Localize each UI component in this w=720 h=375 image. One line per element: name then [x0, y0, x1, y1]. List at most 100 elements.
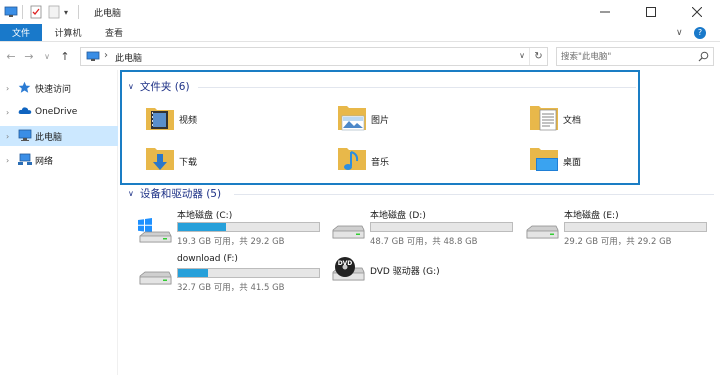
up-arrow-icon[interactable]: ↑ [58, 48, 72, 64]
quick-access-dropdown-icon[interactable]: ▾ [64, 4, 68, 20]
title-bar: ▾ 此电脑 [0, 0, 720, 24]
drive-free-space: 48.7 GB 可用，共 48.8 GB [370, 237, 478, 247]
drives-group-title: 设备和驱动器 (5) [139, 188, 222, 200]
drive-name: DVD 驱动器 (G:) [370, 267, 440, 277]
windows-drive-icon [137, 218, 173, 247]
folders-group-title: 文件夹 (6) [139, 81, 190, 93]
navigation-pane: › 快速访问 › OneDrive › 此电脑 › 网络 [0, 70, 118, 375]
group-divider [198, 87, 636, 88]
drive-free-space: 19.3 GB 可用，共 29.2 GB [177, 237, 285, 247]
folder-label: 文档 [563, 116, 582, 126]
maximize-button[interactable] [628, 0, 674, 24]
sidebar-item-label: 快速访问 [35, 84, 72, 95]
network-icon [18, 153, 32, 169]
desktop-folder-icon [528, 144, 560, 177]
drive-usage-bar [564, 222, 707, 232]
drive-usage-bar [370, 222, 513, 232]
divider [22, 5, 23, 19]
drives-group-header[interactable]: ∨ 设备和驱动器 (5) [128, 186, 221, 201]
folder-music[interactable]: 音乐 [336, 144, 476, 178]
search-icon[interactable] [698, 51, 709, 65]
forward-arrow-icon[interactable]: → [22, 48, 36, 64]
drive-g[interactable]: DVD DVD 驱动器 (G:) [330, 254, 520, 296]
sidebar-item-this-pc[interactable]: › 此电脑 [0, 126, 118, 146]
drive-e[interactable]: 本地磁盘 (E:) 29.2 GB 可用，共 29.2 GB [524, 208, 714, 250]
chevron-down-icon[interactable]: ∨ [128, 82, 134, 91]
divider [78, 5, 79, 19]
downloads-folder-icon [144, 144, 176, 177]
music-folder-icon [336, 144, 368, 177]
expand-ribbon-icon[interactable]: ∨ [676, 26, 683, 40]
cloud-icon [18, 105, 32, 120]
refresh-icon[interactable]: ↻ [529, 48, 547, 65]
drive-free-space: 32.7 GB 可用，共 41.5 GB [177, 283, 285, 293]
drive-c[interactable]: 本地磁盘 (C:) 19.3 GB 可用，共 29.2 GB [137, 208, 327, 250]
computer-icon [18, 129, 32, 145]
folder-label: 视频 [179, 116, 198, 126]
new-folder-icon[interactable] [48, 4, 60, 20]
hard-drive-icon [524, 218, 560, 247]
search-box[interactable] [556, 47, 714, 66]
chevron-right-icon[interactable]: › [6, 84, 9, 93]
content-pane: ∨ 文件夹 (6) 视频 图片 文档 下载 音乐 桌面 ∨ 设备和驱动器 (5)… [118, 70, 720, 375]
address-history-icon[interactable]: ∨ [519, 51, 525, 60]
help-icon[interactable]: ? [694, 26, 706, 40]
chevron-down-icon[interactable]: ∨ [128, 189, 134, 198]
chevron-right-icon[interactable]: › [6, 132, 9, 141]
close-button[interactable] [674, 0, 720, 24]
sidebar-item-label: 网络 [35, 156, 54, 167]
chevron-right-icon[interactable]: › [6, 156, 9, 165]
drive-usage-fill [178, 223, 226, 231]
tab-file[interactable]: 文件 [0, 24, 42, 41]
search-input[interactable] [561, 50, 691, 64]
svg-text:DVD: DVD [338, 260, 353, 267]
tab-computer[interactable]: 计算机 [46, 24, 90, 41]
sidebar-item-onedrive[interactable]: › OneDrive [0, 102, 118, 122]
folder-label: 图片 [371, 116, 390, 126]
star-icon [18, 81, 31, 97]
hard-drive-icon [137, 264, 173, 293]
folder-pictures[interactable]: 图片 [336, 102, 476, 136]
sidebar-item-network[interactable]: › 网络 [0, 150, 118, 170]
computer-icon [86, 51, 100, 65]
folder-label: 下载 [179, 158, 198, 168]
breadcrumb[interactable]: 此电脑 [115, 51, 142, 64]
drive-name: 本地磁盘 (E:) [564, 211, 619, 221]
drive-name: 本地磁盘 (D:) [370, 211, 426, 221]
folder-desktop[interactable]: 桌面 [528, 144, 668, 178]
dvd-drive-icon: DVD [330, 256, 366, 287]
breadcrumb-separator-icon[interactable]: › [104, 50, 108, 61]
ribbon: 文件 计算机 查看 ∨ ? [0, 24, 720, 42]
documents-folder-icon [528, 102, 560, 135]
help-glyph: ? [694, 27, 706, 39]
drive-usage-bar [177, 222, 320, 232]
drive-name: download (F:) [177, 254, 238, 264]
drive-usage-fill [178, 269, 208, 277]
drive-free-space: 29.2 GB 可用，共 29.2 GB [564, 237, 672, 247]
properties-icon[interactable] [30, 4, 42, 20]
sidebar-item-quick-access[interactable]: › 快速访问 [0, 78, 118, 98]
computer-icon[interactable] [4, 4, 18, 20]
folder-videos[interactable]: 视频 [144, 102, 284, 136]
address-row: ← → ∨ ↑ › 此电脑 ∨ ↻ [0, 43, 720, 69]
tab-view[interactable]: 查看 [96, 24, 132, 41]
recent-locations-icon[interactable]: ∨ [40, 48, 54, 64]
pictures-folder-icon [336, 102, 368, 135]
back-arrow-icon[interactable]: ← [4, 48, 18, 64]
folder-label: 桌面 [563, 158, 582, 168]
sidebar-item-label: OneDrive [35, 107, 78, 117]
drive-f[interactable]: download (F:) 32.7 GB 可用，共 41.5 GB [137, 254, 327, 296]
window-title: 此电脑 [94, 9, 122, 19]
drive-name: 本地磁盘 (C:) [177, 211, 233, 221]
folders-group-header[interactable]: ∨ 文件夹 (6) [128, 79, 190, 94]
sidebar-item-label: 此电脑 [35, 132, 63, 143]
video-folder-icon [144, 102, 176, 135]
group-divider [234, 194, 714, 195]
address-bar[interactable]: › 此电脑 ∨ ↻ [80, 47, 548, 66]
minimize-button[interactable] [582, 0, 628, 24]
drive-d[interactable]: 本地磁盘 (D:) 48.7 GB 可用，共 48.8 GB [330, 208, 520, 250]
chevron-right-icon[interactable]: › [6, 108, 9, 117]
folder-downloads[interactable]: 下载 [144, 144, 284, 178]
folder-documents[interactable]: 文档 [528, 102, 668, 136]
drive-usage-bar [177, 268, 320, 278]
